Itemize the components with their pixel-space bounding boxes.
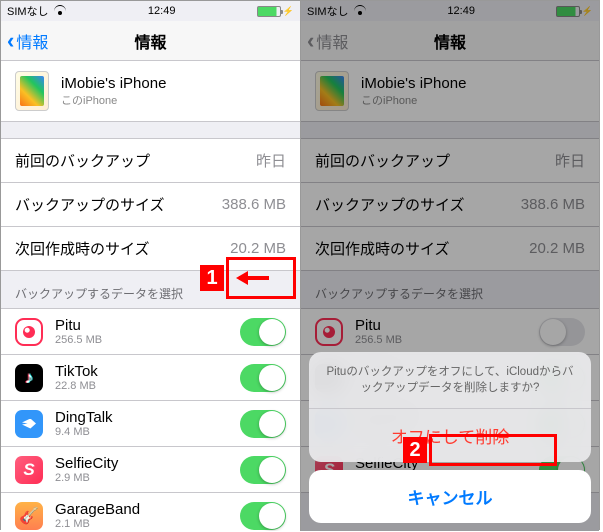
chevron-left-icon: ‹ bbox=[7, 28, 14, 54]
toggle-pitu[interactable] bbox=[240, 318, 286, 346]
pitu-icon bbox=[15, 318, 43, 346]
app-row-tiktok: TikTok22.8 MB bbox=[1, 355, 300, 401]
clock: 12:49 bbox=[148, 5, 176, 17]
tiktok-icon bbox=[15, 364, 43, 392]
charging-icon: ⚡ bbox=[283, 6, 294, 17]
dingtalk-icon bbox=[15, 410, 43, 438]
toggle-selfiecity[interactable] bbox=[240, 456, 286, 484]
carrier-text: SIMなし bbox=[7, 3, 49, 19]
sheet-message: Pituのバックアップをオフにして、iCloudからバックアップデータを削除しま… bbox=[309, 352, 591, 409]
app-row-dingtalk: DingTalk9.4 MB bbox=[1, 401, 300, 447]
callout-1-label: 1 bbox=[200, 265, 224, 291]
nav-title: 情報 bbox=[134, 29, 166, 53]
last-backup-row[interactable]: 前回のバックアップ昨日 bbox=[1, 139, 300, 183]
device-name: iMobie's iPhone bbox=[61, 75, 166, 92]
backup-info-list: 前回のバックアップ昨日 バックアップのサイズ388.6 MB 次回作成時のサイズ… bbox=[1, 138, 300, 271]
callout-2-label: 2 bbox=[403, 437, 427, 463]
device-sub: このiPhone bbox=[61, 92, 166, 108]
action-sheet: Pituのバックアップをオフにして、iCloudからバックアップデータを削除しま… bbox=[301, 344, 599, 531]
next-backup-size-row: 次回作成時のサイズ20.2 MB bbox=[1, 227, 300, 270]
callout-1-arrow-icon bbox=[229, 271, 269, 285]
app-list: Pitu256.5 MB TikTok22.8 MB DingTalk9.4 M… bbox=[1, 308, 300, 531]
screen-left: SIMなし 12:49 ⚡ ‹情報 情報 iMobie's iPhone このi… bbox=[1, 1, 300, 531]
toggle-garageband[interactable] bbox=[240, 502, 286, 530]
screen-right: SIMなし 12:49 ⚡ ‹情報 情報 iMobie's iPhone このi… bbox=[300, 1, 599, 531]
app-row-garageband: GarageBand2.1 MB bbox=[1, 493, 300, 531]
status-bar: SIMなし 12:49 ⚡ bbox=[1, 1, 300, 21]
app-row-selfiecity: SelfieCity2.9 MB bbox=[1, 447, 300, 493]
app-row-pitu: Pitu256.5 MB bbox=[1, 309, 300, 355]
garageband-icon bbox=[15, 502, 43, 530]
wifi-icon bbox=[53, 6, 67, 16]
toggle-dingtalk[interactable] bbox=[240, 410, 286, 438]
turn-off-and-delete-button[interactable]: オフにして削除 bbox=[309, 409, 591, 462]
selfiecity-icon bbox=[15, 456, 43, 484]
toggle-tiktok[interactable] bbox=[240, 364, 286, 392]
device-header[interactable]: iMobie's iPhone このiPhone bbox=[1, 61, 300, 122]
backup-size-row: バックアップのサイズ388.6 MB bbox=[1, 183, 300, 227]
nav-bar: ‹情報 情報 bbox=[1, 21, 300, 61]
back-button[interactable]: ‹情報 bbox=[7, 28, 48, 54]
battery-icon bbox=[257, 6, 281, 17]
cancel-button[interactable]: キャンセル bbox=[309, 470, 591, 523]
device-icon bbox=[15, 71, 49, 111]
